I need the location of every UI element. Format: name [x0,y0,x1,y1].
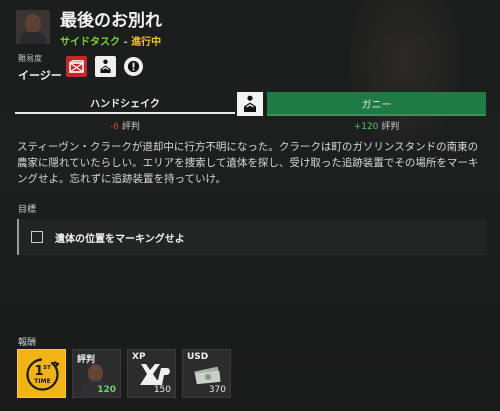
reputation-change: +120 [353,122,379,132]
mission-giver-portrait [16,10,50,44]
mission-title-block: 最後のお別れ サイドタスク - 進行中 [60,10,162,48]
difficulty-label: 難易度 [18,54,42,63]
handshake-icon [237,92,263,116]
faction-choice: ハンドシェイク ガニー -6 評判 +120 評判 [15,92,486,132]
objectives-label: 目標 [18,205,37,215]
mission-badges [66,56,143,77]
reward-reputation-label: 評判 [77,355,96,365]
svg-text:TIME: TIME [34,378,50,385]
mission-title: 最後のお別れ [60,11,162,31]
reward-usd[interactable]: USD 370 [182,349,231,398]
first-time-icon: 1 ST TIME [26,358,60,391]
reputation-label: 評判 [381,122,400,132]
mission-type: サイドタスク [60,37,120,48]
reward-xp-label: XP [132,352,146,362]
mission-header: 最後のお別れ サイドタスク - 進行中 [16,10,162,48]
reward-usd-label: USD [187,352,209,362]
reward-reputation[interactable]: 評判 120 [72,349,121,398]
choice-gunny-reputation: +120 評判 [267,119,486,132]
reputation-label: 評判 [121,122,140,132]
objective-checkbox[interactable] [31,231,43,243]
rewards-label: 報酬 [18,338,37,348]
choice-gunny[interactable]: ガニー [267,92,486,116]
mission-separator: - [120,37,132,48]
choice-handshake-reputation: -6 評判 [15,119,235,132]
objective-item[interactable]: 遺体の位置をマーキングせよ [17,219,487,255]
reward-reputation-value: 120 [97,385,116,395]
crate-icon [66,56,87,77]
reward-xp-value: 150 [153,385,171,395]
reward-usd-value: 370 [208,385,226,395]
reward-first-time[interactable]: 1 ST TIME [17,349,66,398]
handshake-icon [95,56,116,77]
difficulty: 難易度 イージー [18,53,62,83]
rewards-list: 1 ST TIME 評判 120 XP 150 USD 370 [17,349,231,398]
choice-handshake[interactable]: ハンドシェイク [15,92,235,114]
objective-text: 遺体の位置をマーキングせよ [55,233,185,245]
mission-subtitle: サイドタスク - 進行中 [60,33,162,48]
mission-status: 進行中 [131,37,162,48]
mission-description: スティーヴン・クラークが退却中に行方不明になった。クラークは町のガソリンスタンド… [17,141,479,185]
reputation-change: -6 [110,122,120,132]
alert-icon [124,57,143,76]
reward-xp[interactable]: XP 150 [127,349,176,398]
difficulty-value: イージー [18,69,62,82]
svg-text:ST: ST [43,365,51,371]
